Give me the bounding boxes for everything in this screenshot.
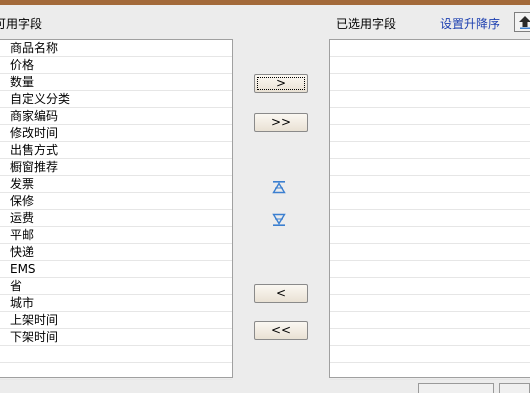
list-item[interactable]: 商家编码 [0,108,232,125]
list-item[interactable] [330,125,530,142]
list-item[interactable] [330,346,530,363]
remove-all-fields-label: << [270,323,292,337]
list-item[interactable] [330,176,530,193]
selected-fields-list[interactable] [329,39,530,380]
move-to-top-button[interactable] [272,180,286,194]
list-item[interactable]: 商品名称 [0,40,232,57]
list-item[interactable]: 橱窗推荐 [0,159,232,176]
move-to-bottom-icon [272,213,286,226]
upload-button[interactable] [514,12,530,32]
add-field-button[interactable]: > [254,74,308,93]
list-item[interactable] [330,329,530,346]
list-item[interactable]: 保修 [0,193,232,210]
set-sort-order-link[interactable]: 设置升降序 [440,15,500,32]
move-to-top-icon [272,181,286,194]
bottom-button-partial[interactable] [418,383,494,393]
list-item[interactable]: 数量 [0,74,232,91]
list-item[interactable] [330,91,530,108]
list-item[interactable] [330,142,530,159]
list-item[interactable] [330,278,530,295]
selected-fields-title: 已选用字段 [336,17,397,31]
list-item[interactable] [330,193,530,210]
move-to-bottom-button[interactable] [272,213,286,227]
list-item[interactable]: 出售方式 [0,142,232,159]
bottom-button-partial[interactable] [499,383,530,393]
list-item[interactable] [330,363,530,380]
list-item[interactable]: 省 [0,278,232,295]
add-all-fields-button[interactable]: >> [254,113,308,132]
list-item[interactable]: 下架时间 [0,329,232,346]
list-item[interactable] [330,57,530,74]
list-item[interactable]: 发票 [0,176,232,193]
list-item[interactable] [0,363,232,380]
list-item[interactable] [330,40,530,57]
list-item[interactable]: 城市 [0,295,232,312]
list-item[interactable] [330,295,530,312]
list-item[interactable]: 平邮 [0,227,232,244]
list-item[interactable]: 自定义分类 [0,91,232,108]
add-field-label: > [275,76,287,90]
list-item[interactable] [330,312,530,329]
list-item[interactable] [330,108,530,125]
list-item[interactable]: 上架时间 [0,312,232,329]
list-item[interactable]: 修改时间 [0,125,232,142]
list-item[interactable] [330,244,530,261]
remove-field-button[interactable]: < [254,284,308,303]
list-item[interactable] [0,346,232,363]
top-border-bar [0,0,530,5]
list-item[interactable]: EMS [0,261,232,278]
list-item[interactable] [330,261,530,278]
available-fields-title: 可用字段 [0,17,43,31]
list-item[interactable]: 快递 [0,244,232,261]
remove-all-fields-button[interactable]: << [254,321,308,340]
remove-field-label: < [275,286,287,300]
available-fields-list[interactable]: 商品名称 价格 数量 自定义分类 商家编码 修改时间 出售方式 橱窗推荐 发票 … [0,39,233,380]
list-item[interactable] [330,210,530,227]
list-item[interactable] [330,159,530,176]
list-item[interactable] [330,74,530,91]
list-item[interactable]: 价格 [0,57,232,74]
upload-arrow-icon [519,16,530,29]
list-item[interactable] [330,227,530,244]
add-all-fields-label: >> [270,115,292,129]
list-item[interactable]: 运费 [0,210,232,227]
